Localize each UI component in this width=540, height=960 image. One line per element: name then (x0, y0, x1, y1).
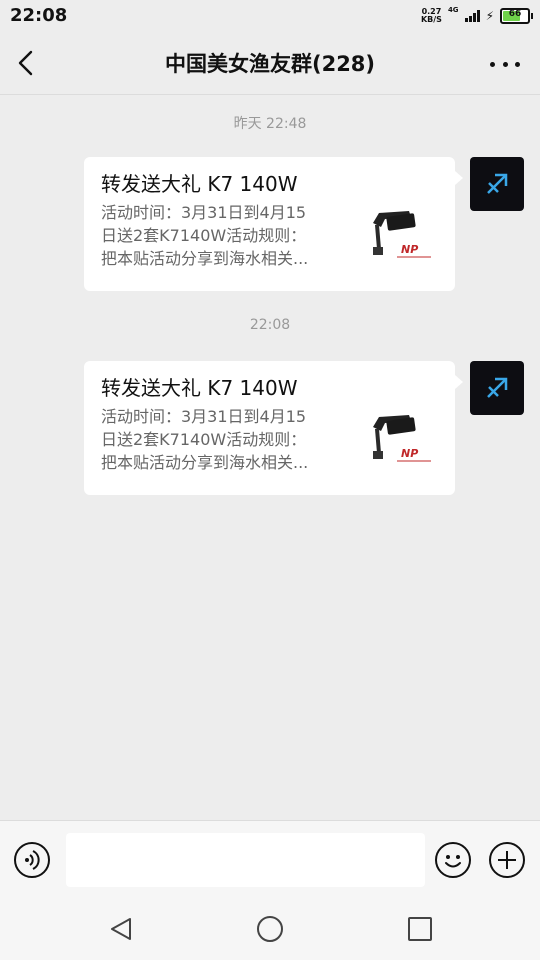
card-body: 活动时间：3月31日到4月15 日送2套K7140W活动规则： 把本贴活动分享到… (101, 405, 438, 481)
signal-icon (464, 10, 480, 22)
plus-icon (498, 851, 516, 869)
sender-avatar[interactable] (470, 361, 524, 415)
link-card-message[interactable]: 转发送大礼 K7 140W 活动时间：3月31日到4月15 日送2套K7140W… (84, 157, 463, 291)
more-dot-icon (515, 61, 520, 67)
card-description-line: 把本贴活动分享到海水相关... (101, 453, 309, 472)
card-description: 活动时间：3月31日到4月15 日送2套K7140W活动规则： 把本贴活动分享到… (101, 201, 347, 277)
sagittarius-icon (487, 377, 508, 398)
card-description-line: 日送2套K7140W活动规则： (101, 226, 307, 245)
network-speed-unit: KB/S (420, 15, 442, 24)
card-description-line: 把本贴活动分享到海水相关... (101, 249, 309, 268)
link-card-message[interactable]: 转发送大礼 K7 140W 活动时间：3月31日到4月15 日送2套K7140W… (84, 361, 463, 495)
network-type-label: 4G (447, 6, 459, 14)
aquarium-light-image: NP (373, 415, 431, 462)
charging-icon: ⚡ (485, 9, 494, 23)
card-thumbnail: NP (357, 201, 437, 277)
card-description-line: 活动时间：3月31日到4月15 (101, 203, 307, 222)
thumb-brand-text: NP (401, 243, 418, 256)
more-options-button[interactable] (490, 54, 520, 74)
message-timestamp: 昨天 22:48 (233, 116, 307, 132)
system-nav-bar (0, 900, 540, 960)
input-bar (0, 820, 540, 901)
sender-avatar[interactable] (470, 157, 524, 211)
battery-level: 66 (508, 9, 522, 19)
voice-button[interactable] (14, 842, 50, 878)
status-bar: 22:08 0.27 KB/S 4G ⚡ 66 (0, 0, 540, 32)
more-actions-button[interactable] (489, 842, 525, 878)
nav-recent-apps-button[interactable] (408, 917, 432, 941)
message-input[interactable] (66, 833, 425, 887)
status-time: 22:08 (10, 5, 68, 26)
more-dot-icon (490, 61, 495, 67)
title-bar: 中国美女渔友群(228) (0, 32, 540, 95)
aquarium-light-image: NP (373, 211, 431, 258)
emoji-icon (445, 855, 461, 868)
triangle-back-icon (111, 918, 131, 940)
nav-back-button[interactable] (108, 916, 134, 942)
card-description: 活动时间：3月31日到4月15 日送2套K7140W活动规则： 把本贴活动分享到… (101, 405, 347, 481)
voice-icon (25, 850, 40, 870)
card-description-line: 活动时间：3月31日到4月15 (101, 407, 307, 426)
card-title: 转发送大礼 K7 140W (101, 376, 298, 400)
chat-title: 中国美女渔友群(228) (164, 52, 376, 76)
status-icons: 0.27 KB/S 4G ⚡ 66 (421, 6, 533, 26)
card-body: 活动时间：3月31日到4月15 日送2套K7140W活动规则： 把本贴活动分享到… (101, 201, 438, 277)
sagittarius-icon (487, 173, 508, 194)
thumb-brand-text: NP (401, 447, 418, 460)
emoji-button[interactable] (435, 842, 471, 878)
nav-home-button[interactable] (257, 916, 283, 942)
message-timestamp: 22:08 (249, 317, 291, 333)
card-thumbnail: NP (357, 405, 437, 481)
network-speed: 0.27 KB/S (421, 8, 442, 24)
battery-icon: 66 (500, 8, 533, 24)
more-dot-icon (502, 61, 508, 67)
card-title: 转发送大礼 K7 140W (101, 172, 298, 196)
card-description-line: 日送2套K7140W活动规则： (101, 430, 307, 449)
